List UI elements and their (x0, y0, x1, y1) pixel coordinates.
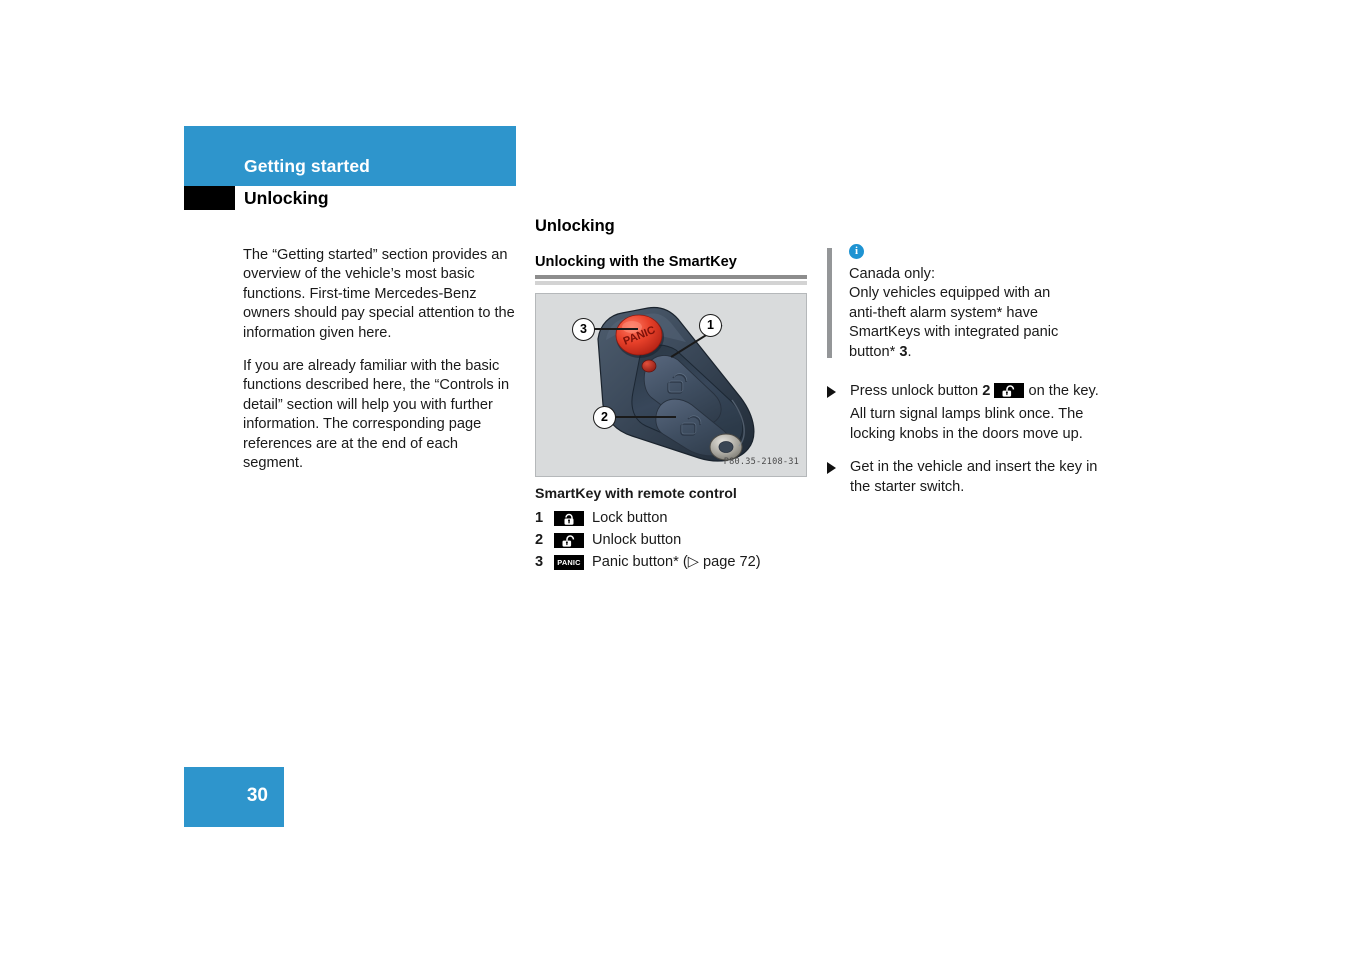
section-tab-marker (184, 186, 235, 210)
callout-leader-3 (593, 328, 638, 330)
info-note-line: Canada only: (849, 266, 936, 282)
panic-icon: PANIC (554, 555, 584, 570)
page-number: 30 (246, 785, 268, 806)
unlock-icon (554, 533, 584, 548)
intro-paragraph-2: If you are already familiar with the bas… (243, 358, 510, 472)
intro-paragraph-1: The “Getting started” section provides a… (243, 247, 515, 341)
lock-icon (554, 511, 584, 526)
callout-1: 1 (699, 314, 722, 337)
header-banner: Getting started (184, 126, 516, 186)
callout-leader-2 (616, 416, 676, 418)
section-heading: Unlocking (535, 217, 615, 235)
info-icon: i (849, 244, 864, 259)
legend-label: Lock button (592, 510, 668, 526)
legend-label: Unlock button (592, 532, 682, 548)
info-note-line: button* 3. (849, 343, 912, 360)
legend-icon-slot (554, 531, 592, 550)
figure-id-label: P80.35-2108-31 (723, 456, 799, 467)
legend-icon-slot (554, 509, 592, 528)
step-text-after: on the key. (1024, 383, 1099, 400)
info-note: i Canada only: Only vehicles equipped wi… (827, 244, 1099, 362)
step-result-text: All turn signal lamps blink once. The lo… (850, 406, 1084, 442)
heading-rule-light (535, 281, 807, 285)
legend-list: 1 Lock button 2 Unlock button 3 PANIC Pa… (535, 509, 807, 572)
info-note-bold-number: 3 (899, 343, 908, 360)
info-note-line: SmartKeys with integrated panic (849, 324, 1059, 341)
step-text: Get in the vehicle and insert the key in… (850, 459, 1098, 495)
callout-3: 3 (572, 318, 595, 341)
info-note-line: Only vehicles equipped with an (849, 285, 1051, 302)
arrow-bullet-icon (827, 462, 836, 475)
legend-label: Panic button* (▷ page 72) (592, 554, 761, 570)
callout-2: 2 (593, 406, 616, 429)
figure-caption: SmartKey with remote control (535, 486, 737, 502)
middle-column: Unlocking Unlocking with the SmartKey PA… (535, 216, 807, 575)
legend-item-panic: 3 PANIC Panic button* (▷ page 72) (535, 553, 807, 572)
info-note-line: anti-theft alarm system* have (849, 304, 1038, 321)
subsection-heading: Unlocking with the SmartKey (535, 254, 737, 270)
left-column: The “Getting started” section provides a… (243, 246, 515, 487)
step-get-in-vehicle: Get in the vehicle and insert the key in… (827, 458, 1099, 497)
step-bold-number: 2 (982, 383, 991, 400)
info-note-bar (827, 248, 832, 358)
legend-icon-slot: PANIC (554, 553, 592, 572)
step-press-unlock: Press unlock button 2 on the key. (827, 382, 1099, 401)
page-title: Getting started (244, 156, 370, 176)
legend-item-lock: 1 Lock button (535, 509, 807, 528)
right-column: i Canada only: Only vehicles equipped wi… (827, 244, 1099, 501)
legend-item-unlock: 2 Unlock button (535, 531, 807, 550)
page-subtitle: Unlocking (244, 188, 329, 208)
legend-number: 3 (535, 554, 544, 570)
page-number-box: 30 (184, 767, 284, 827)
info-note-text: Canada only: Only vehicles equipped with… (849, 265, 1099, 362)
legend-number: 1 (535, 510, 544, 526)
legend-number: 2 (535, 532, 544, 548)
heading-rule-dark (535, 275, 807, 279)
smartkey-figure: PANIC 3 1 2 P80.35-2108-31 (535, 293, 807, 477)
step-text-before: Press unlock button (850, 383, 983, 400)
unlock-icon (994, 383, 1025, 399)
arrow-bullet-icon (827, 386, 836, 399)
